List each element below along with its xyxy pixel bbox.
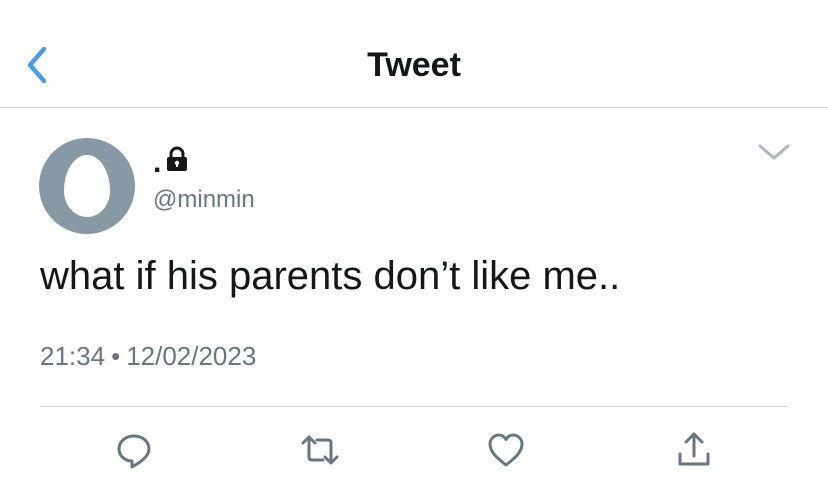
avatar[interactable]	[39, 138, 135, 234]
heart-icon	[488, 433, 524, 467]
reply-icon	[117, 434, 151, 469]
chevron-down-icon	[758, 144, 790, 160]
default-avatar-egg	[64, 155, 110, 217]
divider	[40, 406, 788, 407]
display-name[interactable]: .	[153, 148, 161, 178]
tweet-time: 21:34	[40, 341, 106, 371]
user-handle[interactable]: @minmin	[153, 186, 255, 214]
retweet-button[interactable]	[298, 428, 342, 472]
tweet-timestamp[interactable]: 21:34 • 12/02/2023	[40, 341, 256, 372]
action-bar	[0, 428, 828, 478]
reply-button[interactable]	[112, 428, 156, 472]
share-icon	[678, 432, 710, 466]
share-button[interactable]	[672, 428, 716, 472]
like-button[interactable]	[484, 428, 528, 472]
lock-icon	[167, 146, 187, 171]
tweet-date: 12/02/2023	[126, 341, 257, 371]
more-options-button[interactable]	[756, 140, 792, 166]
page-title: Tweet	[367, 46, 461, 84]
separator-dot: •	[111, 341, 121, 371]
tweet-text: what if his parents don’t like me..	[40, 254, 621, 298]
retweet-icon	[301, 435, 339, 465]
top-bar: Tweet	[0, 0, 828, 108]
